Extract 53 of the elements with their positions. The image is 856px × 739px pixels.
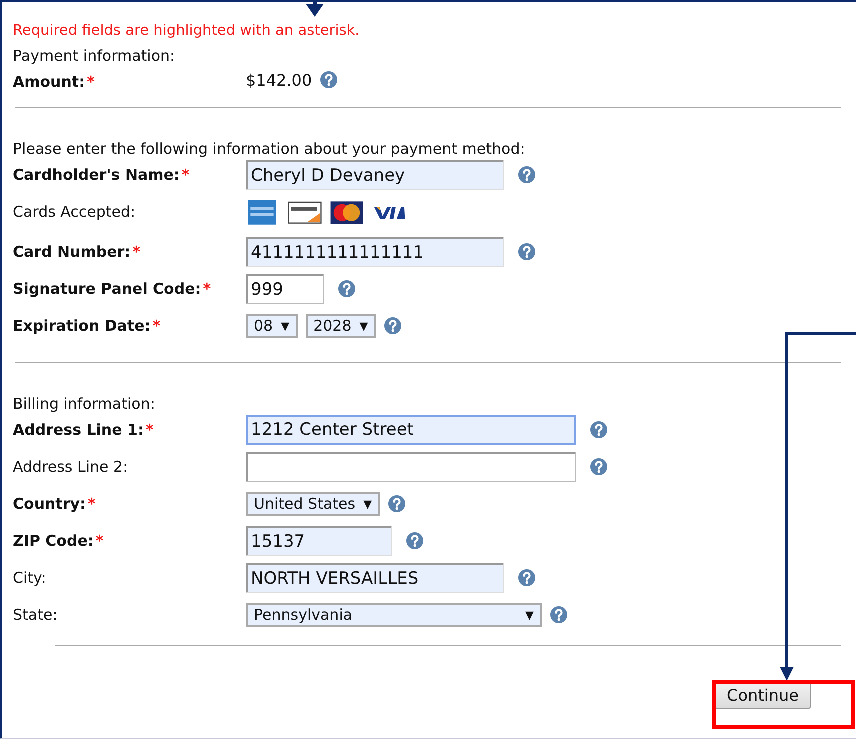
field-label: Address Line 2: [13, 458, 128, 476]
help-icon[interactable] [388, 495, 406, 513]
help-icon[interactable] [406, 532, 424, 550]
input-field[interactable]: 4111111111111111 [246, 237, 504, 267]
required-asterisk: * [87, 73, 95, 91]
dropdown[interactable]: United States ▼ [246, 492, 380, 516]
amount-value: $142.00 [246, 70, 312, 90]
required-asterisk: * [96, 532, 104, 550]
field-label: Country: [13, 495, 86, 513]
required-asterisk: * [88, 495, 96, 513]
help-icon[interactable] [338, 280, 356, 298]
credit-card-icon [330, 198, 364, 226]
section-heading: Payment information: [13, 46, 176, 67]
required-notice: Required fields are highlighted with an asterisk. [13, 22, 361, 41]
dropdown[interactable]: 08 ▼ [246, 314, 298, 338]
caret-icon: ▼ [360, 320, 368, 332]
required-asterisk: * [132, 243, 141, 261]
field-label: Address Line 1: [13, 421, 144, 439]
caret-icon: ▼ [281, 320, 290, 332]
required-asterisk: * [203, 280, 212, 298]
input-field[interactable]: 15137 [246, 526, 392, 556]
help-icon[interactable] [590, 458, 608, 476]
input-field[interactable]: 999 [246, 274, 324, 304]
required-asterisk: * [182, 166, 190, 184]
continue-button[interactable]: Continue [715, 682, 811, 709]
help-icon[interactable] [518, 166, 536, 184]
dropdown[interactable]: Pennsylvania ▼ [246, 603, 542, 627]
field-label: Signature Panel Code: [13, 280, 202, 298]
section-heading: Please enter the following information about your payment method: [13, 139, 526, 160]
help-icon[interactable] [550, 606, 568, 624]
input-field[interactable]: 1212 Center Street [246, 415, 576, 445]
input-field[interactable]: NORTH VERSAILLES [246, 563, 504, 593]
field-label: ZIP Code: [13, 532, 94, 550]
required-asterisk: * [152, 317, 161, 335]
help-icon[interactable] [320, 71, 338, 89]
field-label: Cardholder's Name: [13, 166, 180, 184]
caret-icon: ▼ [364, 498, 372, 510]
required-asterisk: * [146, 421, 154, 439]
field-label: Expiration Date: [13, 317, 151, 335]
help-icon[interactable] [384, 317, 402, 335]
field-label: Card Number: [13, 243, 131, 261]
field-label: City: [13, 569, 46, 587]
input-field[interactable] [246, 452, 576, 482]
help-icon[interactable] [518, 243, 536, 261]
dropdown[interactable]: 2028 ▼ [306, 314, 376, 338]
field-label: Cards Accepted: [13, 203, 136, 221]
input-field[interactable]: Cheryl D Devaney [246, 160, 504, 190]
section-heading: Billing information: [13, 394, 156, 415]
field-label: State: [13, 606, 58, 624]
help-icon[interactable] [590, 421, 608, 439]
caret-icon: ▼ [526, 608, 534, 622]
help-icon[interactable] [518, 569, 536, 587]
field-label: Amount: [13, 73, 86, 91]
